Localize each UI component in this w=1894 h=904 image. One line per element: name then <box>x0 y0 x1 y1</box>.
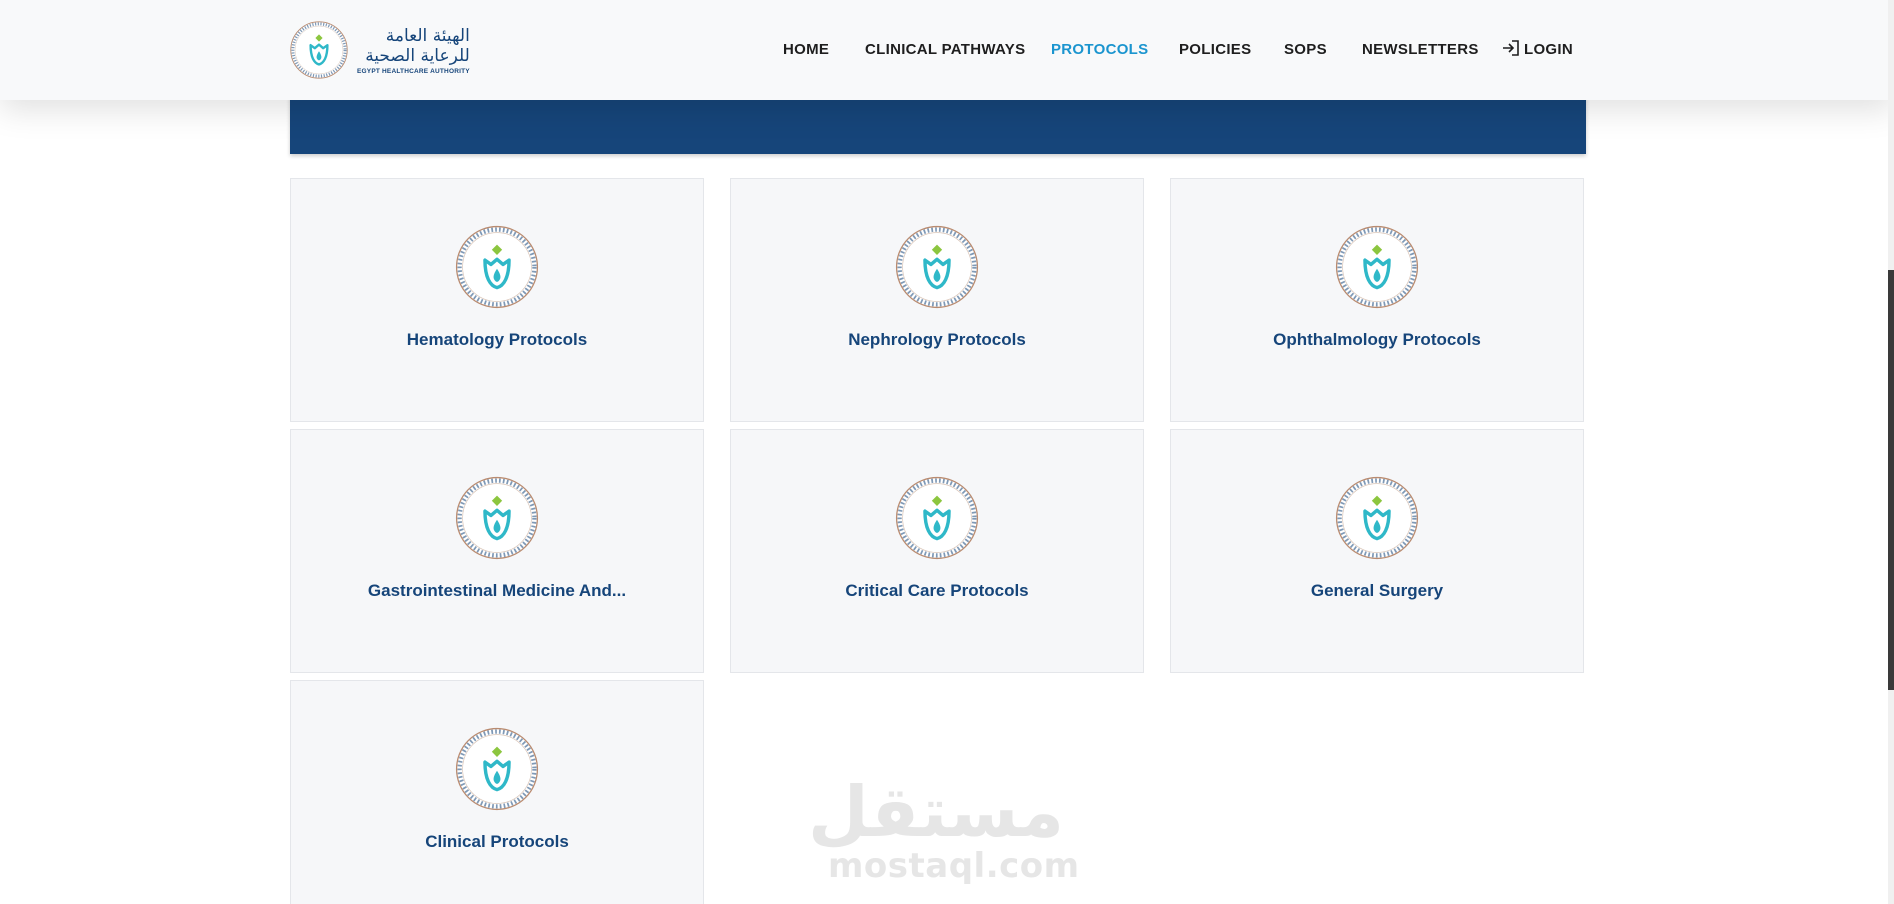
eha-logo-icon <box>895 225 979 309</box>
protocol-card-ophthalmology[interactable]: Ophthalmology Protocols <box>1170 178 1584 422</box>
nav-item-home[interactable]: HOME <box>783 39 829 61</box>
scrollbar-thumb[interactable] <box>1888 270 1894 690</box>
eha-logo-icon <box>455 727 539 811</box>
page-scrollbar[interactable] <box>1888 0 1894 904</box>
protocol-card-critical-care[interactable]: Critical Care Protocols <box>730 429 1144 673</box>
protocol-card-nephrology[interactable]: Nephrology Protocols <box>730 178 1144 422</box>
protocol-card-gastrointestinal[interactable]: Gastrointestinal Medicine And... <box>290 429 704 673</box>
protocol-card-clinical[interactable]: Clinical Protocols <box>290 680 704 904</box>
card-title: Nephrology Protocols <box>848 330 1026 349</box>
nav-item-policies[interactable]: POLICIES <box>1179 39 1251 61</box>
login-icon <box>1503 40 1519 56</box>
eha-logo-icon <box>1335 225 1419 309</box>
card-title: Ophthalmology Protocols <box>1273 330 1481 349</box>
eha-logo-icon <box>455 476 539 560</box>
brand-name-arabic-line1: الهيئة العامة <box>385 25 470 46</box>
nav-item-clinical-pathways[interactable]: CLINICAL PATHWAYS <box>865 39 1025 61</box>
eha-logo-icon <box>1335 476 1419 560</box>
card-title: Critical Care Protocols <box>845 581 1029 600</box>
brand-logo[interactable]: الهيئة العامة للرعاية الصحية EGYPT HEALT… <box>289 18 470 82</box>
card-title: Hematology Protocols <box>406 330 588 349</box>
brand-name-arabic-line2: للرعاية الصحية <box>365 45 470 66</box>
eha-logo-icon <box>455 225 539 309</box>
nav-item-newsletters[interactable]: NEWSLETTERS <box>1362 39 1479 61</box>
card-title: General Surgery <box>1310 581 1444 600</box>
watermark: مستقل mostaql.com <box>807 771 1080 886</box>
card-title: Clinical Protocols <box>425 832 569 851</box>
eha-logo-icon <box>895 476 979 560</box>
page: الهيئة العامة للرعاية الصحية EGYPT HEALT… <box>0 0 1894 904</box>
login-label: LOGIN <box>1524 41 1573 58</box>
card-title: Gastrointestinal Medicine And... <box>367 581 627 600</box>
eha-logo-icon <box>290 21 348 79</box>
site-header: الهيئة العامة للرعاية الصحية EGYPT HEALT… <box>0 0 1894 100</box>
brand-name-english: EGYPT HEALTHCARE AUTHORITY <box>357 67 470 75</box>
protocol-card-hematology[interactable]: Hematology Protocols <box>290 178 704 422</box>
protocol-card-general-surgery[interactable]: General Surgery <box>1170 429 1584 673</box>
nav-item-protocols[interactable]: PROTOCOLS <box>1051 39 1148 61</box>
login-link[interactable]: LOGIN <box>1502 39 1573 61</box>
nav-item-sops[interactable]: SOPS <box>1284 39 1327 61</box>
watermark-arabic: مستقل <box>807 771 1064 853</box>
watermark-english: mostaql.com <box>828 846 1080 886</box>
